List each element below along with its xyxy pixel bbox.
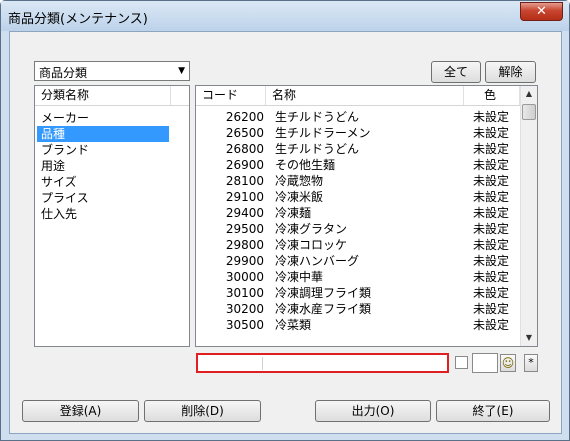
cell-name: 生チルドうどん [275, 110, 360, 124]
cell-name: 冷凍麺 [275, 206, 312, 220]
item-rows: 26200 生チルドうどん 未設定 26500 生チルドラーメン 未設定 26800 生チルド… [196, 107, 521, 346]
table-row[interactable]: 29400 冷凍麺 未設定 [197, 205, 520, 221]
list-item[interactable]: メーカー [37, 110, 169, 126]
cell-name: 冷凍米飯 [275, 190, 324, 204]
list-item[interactable]: プライス [37, 190, 169, 206]
category-list-header: 分類名称 [35, 86, 189, 106]
chevron-down-icon: ▼ [178, 66, 185, 76]
cell-code: 26500 [225, 126, 264, 140]
list-item[interactable]: 品種 [37, 126, 169, 142]
cell-code: 30100 [225, 286, 264, 300]
select-all-button[interactable]: 全て [431, 61, 481, 83]
cell-name: 冷凍水産フライ類 [275, 302, 372, 316]
cell-color: 未設定 [473, 254, 510, 268]
cell-name: 冷凍グラタン [275, 222, 348, 236]
close-icon: ✕ [536, 4, 547, 19]
color-swatch[interactable] [472, 353, 498, 373]
color-column-header[interactable]: 色 [464, 86, 520, 105]
search-input[interactable] [196, 353, 449, 373]
cell-code: 26800 [225, 142, 264, 156]
cell-color: 未設定 [473, 142, 510, 156]
smiley-icon[interactable]: ☺ [500, 354, 516, 372]
cell-color: 未設定 [473, 110, 510, 124]
category-name-column-header[interactable]: 分類名称 [35, 86, 171, 105]
list-item[interactable]: 仕入先 [37, 206, 169, 222]
cell-name: 生チルドうどん [275, 142, 360, 156]
cell-code: 29100 [225, 190, 264, 204]
cell-code: 26200 [225, 110, 264, 124]
cell-color: 未設定 [473, 286, 510, 300]
category-select-value: 商品分類 [39, 66, 88, 80]
table-row[interactable]: 29800 冷凍コロッケ 未設定 [197, 237, 520, 253]
cell-color: 未設定 [473, 302, 510, 316]
output-button[interactable]: 出力(O) [315, 400, 431, 422]
item-list[interactable]: コード 名称 色 26200 生チルドうどん 未設定 26500 生チルドラーメン 未設定… [195, 85, 538, 347]
scroll-thumb[interactable] [522, 104, 536, 120]
item-list-header: コード 名称 色 [196, 86, 520, 106]
close-button[interactable]: ✕ [520, 2, 563, 21]
cell-code: 30000 [225, 270, 264, 284]
main-window: 商品分類(メンテナンス) ✕ 商品分類 ▼ 全て 解除 分類名称 メーカー 品種ブ… [0, 0, 570, 441]
color-checkbox[interactable] [455, 356, 468, 369]
table-row[interactable]: 26800 生チルドうどん 未設定 [197, 141, 520, 157]
table-row[interactable]: 29500 冷凍グラタン 未設定 [197, 221, 520, 237]
scroll-down-icon[interactable]: ▼ [521, 330, 537, 346]
cell-code: 29900 [225, 254, 264, 268]
cell-name: 冷凍ハンバーグ [275, 254, 360, 268]
cell-code: 30500 [225, 318, 264, 332]
cell-name: 冷蔵惣物 [275, 174, 324, 188]
cell-name: 冷菜類 [275, 318, 312, 332]
code-column-header[interactable]: コード [196, 86, 266, 105]
cell-code: 26900 [225, 158, 264, 172]
exit-button[interactable]: 終了(E) [436, 400, 550, 422]
table-row[interactable]: 26900 その他生麺 未設定 [197, 157, 520, 173]
list-item[interactable]: 用途 [37, 158, 169, 174]
cell-color: 未設定 [473, 318, 510, 332]
cell-name: 冷凍中華 [275, 270, 324, 284]
cell-name: 生チルドラーメン [275, 126, 371, 140]
cell-color: 未設定 [473, 206, 510, 220]
delete-button[interactable]: 削除(D) [144, 400, 261, 422]
category-select[interactable]: 商品分類 ▼ [34, 61, 190, 81]
clear-button[interactable]: 解除 [485, 61, 536, 83]
cell-color: 未設定 [473, 158, 510, 172]
cell-color: 未設定 [473, 174, 510, 188]
cell-code: 29500 [225, 222, 264, 236]
table-row[interactable]: 30200 冷凍水産フライ類 未設定 [197, 301, 520, 317]
table-row[interactable]: 29900 冷凍ハンバーグ 未設定 [197, 253, 520, 269]
cell-name: その他生麺 [275, 158, 336, 172]
cell-code: 29800 [225, 238, 264, 252]
name-column-header[interactable]: 名称 [266, 86, 464, 105]
cell-color: 未設定 [473, 222, 510, 236]
category-list[interactable]: 分類名称 メーカー 品種 ブランド 用途 サイズ プライス 仕入先 [34, 85, 190, 347]
window-title: 商品分類(メンテナンス) [8, 12, 148, 27]
scroll-up-icon[interactable]: ▲ [521, 86, 537, 102]
cell-color: 未設定 [473, 238, 510, 252]
client-area: 商品分類 ▼ 全て 解除 分類名称 メーカー 品種 ブランド 用途 サイズ プライス 仕入先… [9, 31, 562, 434]
vertical-scrollbar[interactable]: ▲ ▼ [520, 86, 537, 346]
table-row[interactable]: 30500 冷菜類 未設定 [197, 317, 520, 333]
cell-name: 冷凍調理フライ類 [275, 286, 372, 300]
table-row[interactable]: 30100 冷凍調理フライ類 未設定 [197, 285, 520, 301]
cell-code: 29400 [225, 206, 264, 220]
title-bar[interactable]: 商品分類(メンテナンス) ✕ [1, 1, 569, 31]
search-divider [262, 357, 263, 370]
table-row[interactable]: 26200 生チルドうどん 未設定 [197, 109, 520, 125]
table-row[interactable]: 29100 冷凍米飯 未設定 [197, 189, 520, 205]
cell-color: 未設定 [473, 270, 510, 284]
table-row[interactable]: 28100 冷蔵惣物 未設定 [197, 173, 520, 189]
cell-color: 未設定 [473, 126, 510, 140]
cell-code: 28100 [225, 174, 264, 188]
cell-name: 冷凍コロッケ [275, 238, 348, 252]
list-item[interactable]: ブランド [37, 142, 169, 158]
table-row[interactable]: 30000 冷凍中華 未設定 [197, 269, 520, 285]
cell-code: 30200 [225, 302, 264, 316]
list-item[interactable]: サイズ [37, 174, 169, 190]
table-row[interactable]: 26500 生チルドラーメン 未設定 [197, 125, 520, 141]
wildcard-button[interactable]: * [524, 354, 538, 372]
cell-color: 未設定 [473, 190, 510, 204]
register-button[interactable]: 登録(A) [22, 400, 139, 422]
